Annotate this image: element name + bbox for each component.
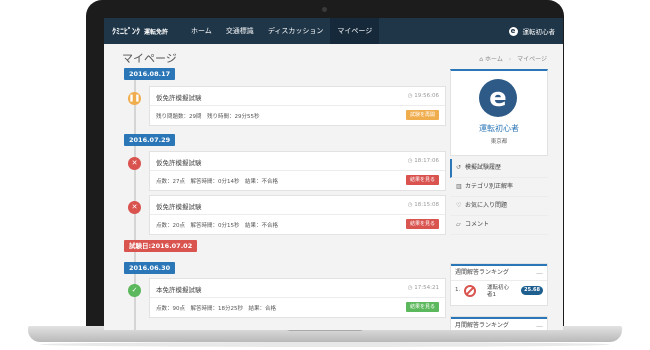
monthly-ranking-panel: 月間解答ランキング —	[450, 316, 548, 330]
exam-entry: 仮免許模擬試験 ◷ 18:17:06 点数：27点 解答時間：0分14秒 結果：…	[149, 151, 446, 191]
exam-title: 本免許模擬試験	[156, 286, 202, 294]
heart-icon: ♡	[456, 202, 462, 209]
profile-name[interactable]: 運転初心者	[451, 123, 547, 134]
exam-entry: 本免許模擬試験 ◷ 17:54:21 点数：90点 解答時間：18分25秒 結果…	[149, 278, 446, 318]
exam-info: 点数：27点 解答時間：0分14秒 結果：不合格	[156, 179, 278, 185]
clock-icon: ◷	[407, 202, 413, 208]
nav-discussion[interactable]: ディスカッション	[261, 18, 331, 44]
failed-x-icon: ✕	[128, 201, 141, 214]
clock-icon: ◷	[407, 285, 413, 291]
exam-entry: 仮免許模擬試験 ◷ 19:56:06 残り問題数：29問 残り時間：29分55秒…	[149, 86, 446, 126]
nav-traffic-signs[interactable]: 交通標識	[219, 18, 261, 44]
passed-check-icon: ✓	[128, 284, 141, 297]
page-title: マイページ	[122, 52, 177, 65]
bar-chart-icon: ▥	[456, 183, 462, 190]
prohibited-icon	[464, 285, 476, 297]
menu-favorites[interactable]: ♡ お気に入り問題	[450, 197, 548, 216]
avatar: e	[479, 79, 517, 117]
user-logo-icon: e	[508, 26, 518, 36]
ranking-row[interactable]: 1. 運転初心者1 25.68	[451, 281, 547, 305]
date-label: 2016.06.30	[124, 262, 176, 274]
exam-time: ◷ 18:15:08	[407, 202, 439, 208]
collapse-icon[interactable]: —	[536, 319, 543, 330]
user-name: 運転初心者	[522, 28, 556, 36]
exam-info: 点数：90点 解答時間：18分25秒 結果：合格	[156, 306, 276, 312]
clock-icon: ◷	[407, 93, 413, 99]
laptop-shadow	[40, 342, 610, 347]
view-result-button[interactable]: 結果を見る	[405, 302, 439, 312]
menu-comments[interactable]: ▱ コメント	[450, 216, 548, 235]
site-logo-subtitle: 運転免許	[144, 28, 169, 36]
exam-title: 仮免許模擬試験	[156, 159, 202, 167]
date-label: 2016.08.17	[124, 68, 176, 80]
exam-title: 仮免許模擬試験	[156, 203, 202, 211]
top-navbar: ｸﾐﾆﾋﾟﾝｸ 運転免許 ホーム 交通標識 ディスカッション マイページ e 運…	[104, 18, 563, 44]
exam-timeline: 2016.08.17 ❚❚ 仮免許模擬試験 ◷ 19:56:06 残り問題数：2…	[124, 68, 446, 330]
view-result-button[interactable]: 結果を見る	[405, 175, 439, 185]
user-menu[interactable]: e 運転初心者	[508, 18, 556, 44]
history-icon: ↺	[456, 164, 462, 171]
site-logo[interactable]: ｸﾐﾆﾋﾟﾝｸ	[112, 26, 140, 37]
camera-dot	[322, 7, 327, 12]
exam-time: ◷ 18:17:06	[407, 158, 439, 164]
collapse-icon[interactable]: —	[536, 266, 543, 280]
profile-location: 東京都	[490, 139, 508, 145]
nav-mypage[interactable]: マイページ	[330, 18, 380, 44]
screen: ｸﾐﾆﾋﾟﾝｸ 運転免許 ホーム 交通標識 ディスカッション マイページ e 運…	[104, 18, 563, 330]
failed-x-icon: ✕	[128, 157, 141, 170]
menu-category-accuracy[interactable]: ▥ カテゴリ別正解率	[450, 178, 548, 197]
date-label: 2016.07.29	[124, 134, 176, 146]
breadcrumb-current: マイページ	[517, 56, 547, 63]
home-icon: ⌂	[479, 56, 484, 63]
view-result-button[interactable]: 結果を見る	[405, 219, 439, 229]
menu-exam-history[interactable]: ↺ 模擬試験履歴	[450, 159, 548, 178]
nav-home[interactable]: ホーム	[184, 18, 219, 44]
exam-time: ◷ 19:56:06	[407, 93, 439, 99]
resume-exam-button[interactable]: 試験を再開	[405, 110, 439, 120]
score-badge: 25.68	[521, 286, 543, 295]
comment-icon: ▱	[456, 221, 461, 228]
clock-icon: ◷	[407, 158, 413, 164]
exam-date-label: 試験日:2016.07.02	[124, 240, 198, 252]
sidebar-menu: ↺ 模擬試験履歴 ▥ カテゴリ別正解率 ♡ お気に入り問題 ▱ コメント	[450, 159, 548, 235]
exam-info: 残り問題数：29問 残り時間：29分55秒	[156, 114, 260, 120]
pause-icon: ❚❚	[128, 92, 141, 105]
breadcrumb: ⌂ ホーム › マイページ	[479, 56, 547, 63]
weekly-ranking-panel: 週間解答ランキング — 1. 運転初心者1 25.68	[450, 263, 548, 306]
exam-info: 点数：20点 解答時間：0分15秒 結果：不合格	[156, 223, 278, 229]
exam-entry: 仮免許模擬試験 ◷ 18:15:08 点数：20点 解答時間：0分15秒 結果：…	[149, 195, 446, 235]
exam-title: 仮免許模擬試験	[156, 94, 202, 102]
profile-card: e 運転初心者 東京都	[450, 69, 548, 156]
breadcrumb-home[interactable]: ホーム	[485, 56, 503, 63]
exam-time: ◷ 17:54:21	[407, 285, 439, 291]
weekly-ranking-title: 週間解答ランキング	[455, 269, 509, 276]
monthly-ranking-title: 月間解答ランキング	[455, 322, 509, 329]
rank-number: 1.	[455, 287, 461, 293]
rank-user-name: 運転初心者1	[487, 285, 510, 298]
